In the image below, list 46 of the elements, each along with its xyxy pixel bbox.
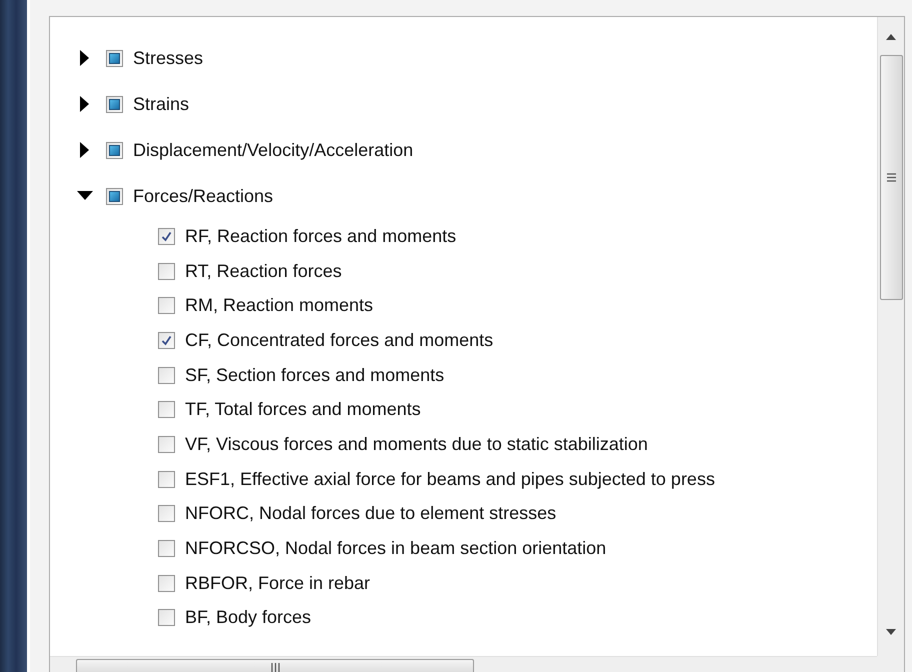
tree-item-label[interactable]: RF, Reaction forces and moments [185,226,456,247]
scroll-thumb[interactable] [76,658,474,672]
tree-item-label[interactable]: Displacement/Velocity/Acceleration [133,140,414,160]
tree-item-label[interactable]: TF, Total forces and moments [185,399,421,420]
scroll-up-icon[interactable] [885,33,897,41]
horizontal-scrollbar[interactable] [50,656,877,672]
tree-item-label[interactable]: RBFOR, Force in rebar [185,572,370,594]
checkbox[interactable] [106,142,123,158]
checkbox[interactable] [158,609,175,626]
checkbox[interactable] [158,262,175,280]
tree-item-label[interactable]: Stresses [133,48,204,68]
checkbox[interactable] [158,574,175,592]
checkbox[interactable] [158,436,175,453]
checkbox[interactable] [106,96,123,112]
checkmark-icon [161,334,172,346]
tree-item-label[interactable]: ESF1, Effective axial force for beams and pipes subjected to press [185,468,715,490]
scroll-down-icon[interactable] [885,628,897,636]
vertical-scrollbar[interactable] [877,17,904,656]
tree-item-label[interactable]: SF, Section forces and moments [185,364,444,386]
checkbox[interactable] [158,366,175,384]
checkbox[interactable] [158,505,175,522]
tree-item-label[interactable]: Strains [133,94,190,114]
partial-mark-icon [109,52,120,64]
partial-mark-icon [109,190,120,202]
tree-item-label[interactable]: Forces/Reactions [133,186,274,206]
tree-item-label[interactable]: NFORCSO, Nodal forces in beam section orientation [185,538,606,560]
checkbox[interactable] [106,188,123,204]
checkbox[interactable] [158,228,175,245]
grip-icon [886,173,896,182]
checkbox[interactable] [158,540,175,558]
checkbox[interactable] [106,50,123,66]
partial-mark-icon [109,98,120,110]
tree-item-label[interactable]: VF, Viscous forces and moments due to static stabilization [185,434,648,455]
checkbox[interactable] [158,470,175,488]
scroll-thumb[interactable] [880,55,902,300]
checkmark-icon [161,230,172,242]
tree-item-label[interactable]: RT, Reaction forces [185,260,342,282]
checkbox[interactable] [158,297,175,314]
partial-mark-icon [109,144,120,156]
checkbox[interactable] [158,401,175,418]
checkbox[interactable] [158,332,175,349]
grip-icon [270,663,280,672]
tree-item-label[interactable]: BF, Body forces [185,607,312,628]
tree-item-label[interactable]: RM, Reaction moments [185,295,374,316]
tree-item-label[interactable]: CF, Concentrated forces and moments [185,330,494,351]
tree-item-label[interactable]: NFORC, Nodal forces due to element stresses [185,503,556,524]
